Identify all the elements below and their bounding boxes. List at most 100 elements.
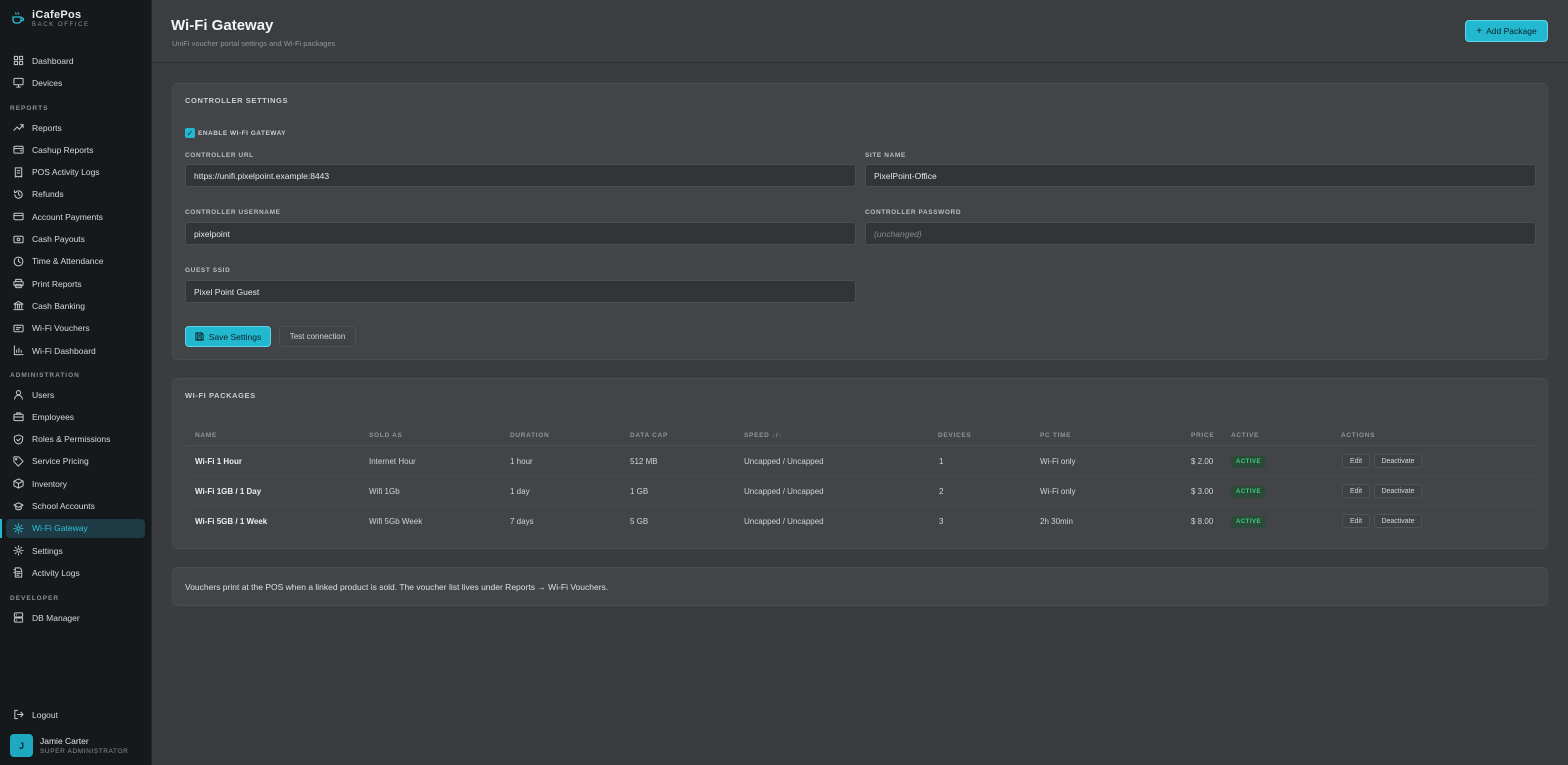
cash-icon (13, 235, 24, 243)
sidebar-item-db-manager[interactable]: DB Manager (6, 608, 145, 627)
sidebar-item-print-reports[interactable]: Print Reports (6, 274, 145, 293)
controller-settings-card: CONTROLLER SETTINGS ✓ ENABLE WI-FI GATEW… (172, 83, 1548, 360)
column-name-header: NAME (195, 432, 217, 439)
gear-icon (13, 523, 24, 534)
sidebar-item-label: Wi-Fi Dashboard (32, 345, 96, 356)
cell-name: Wi-Fi 1 Hour (195, 457, 243, 466)
sidebar-item-employees[interactable]: Employees (6, 407, 145, 426)
controller-username-label: CONTROLLER USERNAME (185, 209, 281, 216)
cell-devices: 2 (939, 487, 944, 496)
avatar: J (10, 734, 33, 757)
sidebar-item-dashboard[interactable]: Dashboard (6, 51, 145, 70)
cell-pc-time: 2h 30min (1040, 517, 1073, 526)
sidebar-item-label: Time & Attendance (32, 256, 104, 267)
grid-icon (13, 55, 24, 66)
deactivate-button[interactable]: Deactivate (1374, 484, 1422, 498)
sidebar-item-label: Print Reports (32, 278, 82, 289)
receipt-icon (14, 167, 23, 178)
cell-duration: 1 hour (510, 457, 533, 466)
column-pc-time-header: PC TIME (1040, 432, 1072, 439)
sidebar-item-label: Settings (32, 545, 63, 556)
column-active-header: ACTIVE (1231, 432, 1260, 439)
briefcase-icon (13, 412, 24, 422)
sidebar-item-reports[interactable]: Reports (6, 118, 145, 137)
cell-duration: 1 day (510, 487, 530, 496)
ticket-icon (13, 324, 24, 332)
controller-password-field[interactable]: (unchanged) (865, 222, 1536, 245)
cell-pc-time: Wi-Fi only (1040, 487, 1076, 496)
row-divider (185, 505, 1537, 506)
sidebar-item-wi-fi-dashboard[interactable]: Wi-Fi Dashboard (6, 341, 145, 360)
edit-button[interactable]: Edit (1342, 454, 1370, 468)
sidebar-item-wi-fi-vouchers[interactable]: Wi-Fi Vouchers (6, 319, 145, 338)
sidebar-item-label: Devices (32, 77, 63, 88)
sidebar-item-devices[interactable]: Devices (6, 73, 145, 92)
bar-chart-icon (13, 345, 24, 356)
section-title-reports: REPORTS (10, 105, 49, 112)
status-badge: ACTIVE (1231, 486, 1267, 498)
logout-label: Logout (32, 709, 58, 720)
cell-sold-as: Internet Hour (369, 457, 416, 466)
info-note: Vouchers print at the POS when a linked … (185, 582, 609, 592)
sidebar-item-label: Wi-Fi Vouchers (32, 323, 90, 334)
sidebar-item-account-payments[interactable]: Account Payments (6, 207, 145, 226)
sidebar-item-label: Employees (32, 411, 75, 422)
sidebar-item-label: Refunds (32, 189, 64, 200)
sidebar-item-inventory[interactable]: Inventory (6, 474, 145, 493)
deactivate-button[interactable]: Deactivate (1374, 514, 1422, 528)
user-role: SUPER ADMINISTRATOR (40, 748, 129, 755)
sidebar-item-wi-fi-gateway[interactable]: Wi-Fi Gateway (6, 518, 145, 538)
shield-icon (13, 434, 24, 445)
edit-button[interactable]: Edit (1342, 484, 1370, 498)
edit-button[interactable]: Edit (1342, 514, 1370, 528)
controller-url-label: CONTROLLER URL (185, 152, 254, 159)
sidebar-item-label: School Accounts (32, 501, 95, 511)
wifi-packages-title: WI-FI PACKAGES (185, 391, 256, 400)
wifi-packages-card: WI-FI PACKAGES NAME SOLD AS DURATION DATA C… (172, 378, 1548, 549)
cell-speed: Uncapped / Uncapped (744, 487, 824, 496)
printer-icon (13, 278, 24, 289)
sidebar-item-activity-logs[interactable]: Activity Logs (6, 563, 145, 582)
column-actions-header: ACTIONS (1341, 432, 1376, 439)
active-indicator (0, 518, 2, 538)
guest-ssid-field[interactable]: Pixel Point Guest (185, 280, 856, 303)
controller-url-field[interactable]: https://unifi.pixelpoint.example:8443 (185, 164, 856, 187)
site-name-label: SITE NAME (865, 152, 906, 159)
page-subtitle: UniFi voucher portal settings and Wi-Fi … (172, 39, 336, 48)
sidebar-item-service-pricing[interactable]: Service Pricing (6, 452, 145, 471)
sidebar-item-school-accounts[interactable]: School Accounts (6, 497, 145, 516)
test-connection-button[interactable]: Test connection (279, 326, 356, 347)
sidebar-item-users[interactable]: Users (6, 385, 145, 404)
site-name-field[interactable]: PixelPoint-Office (865, 164, 1536, 187)
cell-data-cap: 512 MB (630, 457, 658, 466)
sidebar-item-cashup-reports[interactable]: Cashup Reports (6, 140, 145, 159)
user-profile[interactable]: J Jamie Carter SUPER ADMINISTRATOR (10, 734, 128, 757)
sidebar-item-cash-banking[interactable]: Cash Banking (6, 296, 145, 315)
column-price-header: PRICE (1191, 432, 1215, 439)
checkmark-icon[interactable]: ✓ (185, 128, 195, 138)
sidebar-item-time-attendance[interactable]: Time & Attendance (6, 252, 145, 271)
deactivate-button[interactable]: Deactivate (1374, 454, 1422, 468)
column-devices-header: DEVICES (938, 432, 972, 439)
column-duration-header: DURATION (510, 432, 550, 439)
sidebar-item-cash-payouts[interactable]: Cash Payouts (6, 230, 145, 249)
sidebar-item-refunds[interactable]: Refunds (6, 185, 145, 204)
database-icon (13, 612, 24, 623)
logout-icon (14, 709, 24, 720)
sidebar-item-settings[interactable]: Settings (6, 541, 145, 560)
sidebar-item-pos-activity-logs[interactable]: POS Activity Logs (6, 163, 145, 182)
save-settings-button[interactable]: Save Settings (185, 326, 271, 347)
add-package-button[interactable]: + Add Package (1465, 20, 1548, 42)
cell-price: $ 8.00 (1191, 517, 1214, 526)
brand[interactable]: iCafePos BACK OFFICE (11, 9, 90, 28)
sidebar-item-label: Reports (32, 122, 62, 133)
controller-settings-title: CONTROLLER SETTINGS (185, 96, 289, 105)
cell-data-cap: 1 GB (630, 487, 649, 496)
logout-button[interactable]: Logout (6, 705, 145, 724)
section-title-administration: ADMINISTRATION (10, 372, 80, 379)
enable-wifi-gateway-checkbox[interactable]: ✓ ENABLE WI-FI GATEWAY (185, 128, 286, 138)
controller-username-field[interactable]: pixelpoint (185, 222, 856, 245)
sidebar-item-roles-permissions[interactable]: Roles & Permissions (6, 430, 145, 449)
cell-sold-as: Wifi 5Gb Week (369, 517, 423, 526)
cell-price: $ 3.00 (1191, 487, 1214, 496)
